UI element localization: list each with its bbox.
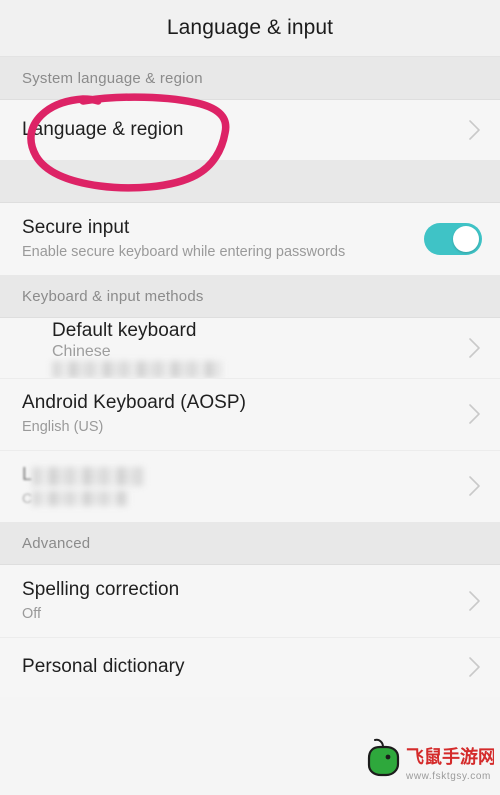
section-header-label: Advanced bbox=[22, 534, 91, 552]
chevron-right-icon bbox=[468, 119, 482, 141]
section-header-keyboard-input-methods: Keyboard & input methods bbox=[0, 275, 500, 318]
secure-input-toggle[interactable] bbox=[424, 223, 482, 255]
list-item-title: L bbox=[22, 464, 33, 485]
list-item-title: Android Keyboard (AOSP) bbox=[22, 392, 246, 413]
redacted-subtitle: C bbox=[22, 490, 456, 508]
redacted-title: L bbox=[22, 464, 456, 486]
toggle-knob bbox=[453, 226, 479, 252]
list-item-subtitle: Enable secure keyboard while entering pa… bbox=[22, 244, 346, 260]
list-item-value: Chinese bbox=[52, 342, 111, 360]
list-item-subtitle: Off bbox=[22, 606, 42, 622]
list-item-redacted-input-method[interactable]: L C bbox=[0, 450, 500, 522]
section-header-advanced: Advanced bbox=[0, 522, 500, 565]
list-item-personal-dictionary[interactable]: Personal dictionary bbox=[0, 637, 500, 697]
list-item-title: Language & region bbox=[22, 119, 184, 140]
chevron-right-icon bbox=[468, 475, 482, 497]
row-text: Secure input Enable secure keyboard whil… bbox=[22, 216, 412, 262]
section-header-system-language-region: System language & region bbox=[0, 57, 500, 100]
list-item-spelling-correction[interactable]: Spelling correction Off bbox=[0, 565, 500, 637]
row-text: L C bbox=[22, 464, 456, 507]
list-item-title: Default keyboard bbox=[52, 319, 197, 341]
redacted-value-blur bbox=[52, 360, 222, 378]
page-title: Language & input bbox=[166, 16, 334, 39]
watermark-brand: 飞鼠手游网 bbox=[406, 746, 494, 767]
row-text: Spelling correction Off bbox=[22, 578, 456, 624]
list-item-title: Personal dictionary bbox=[22, 656, 185, 677]
chevron-right-icon bbox=[468, 337, 482, 359]
list-item-subtitle: English (US) bbox=[22, 419, 104, 435]
redacted-subtitle-blur bbox=[32, 490, 129, 506]
watermark-url: www.fsktgsy.com bbox=[405, 771, 491, 782]
list-item-android-keyboard-aosp[interactable]: Android Keyboard (AOSP) English (US) bbox=[0, 378, 500, 450]
row-text: Personal dictionary bbox=[22, 655, 456, 679]
section-header-label: Keyboard & input methods bbox=[22, 287, 204, 305]
chevron-right-icon bbox=[468, 590, 482, 612]
section-header-label: System language & region bbox=[22, 69, 203, 87]
list-item-secure-input[interactable]: Secure input Enable secure keyboard whil… bbox=[0, 203, 500, 275]
list-item-title: Secure input bbox=[22, 217, 130, 238]
row-text: Default keyboard Chinese bbox=[22, 319, 456, 378]
chevron-right-icon bbox=[468, 656, 482, 678]
list-item-subtitle: C bbox=[22, 489, 33, 506]
list-item-title: Spelling correction bbox=[22, 579, 180, 600]
app-header: Language & input bbox=[0, 0, 500, 57]
row-text: Android Keyboard (AOSP) English (US) bbox=[22, 391, 456, 437]
section-header-secure-input-spacer bbox=[0, 160, 500, 203]
site-watermark: 飞鼠手游网 www.fsktgsy.com bbox=[367, 738, 494, 782]
chevron-right-icon bbox=[468, 403, 482, 425]
list-item-language-and-region[interactable]: Language & region bbox=[0, 100, 500, 160]
list-item-default-keyboard[interactable]: Default keyboard Chinese bbox=[0, 318, 500, 378]
mouse-icon bbox=[367, 738, 400, 777]
row-text: Language & region bbox=[22, 118, 456, 142]
redacted-title-blur bbox=[32, 466, 145, 486]
